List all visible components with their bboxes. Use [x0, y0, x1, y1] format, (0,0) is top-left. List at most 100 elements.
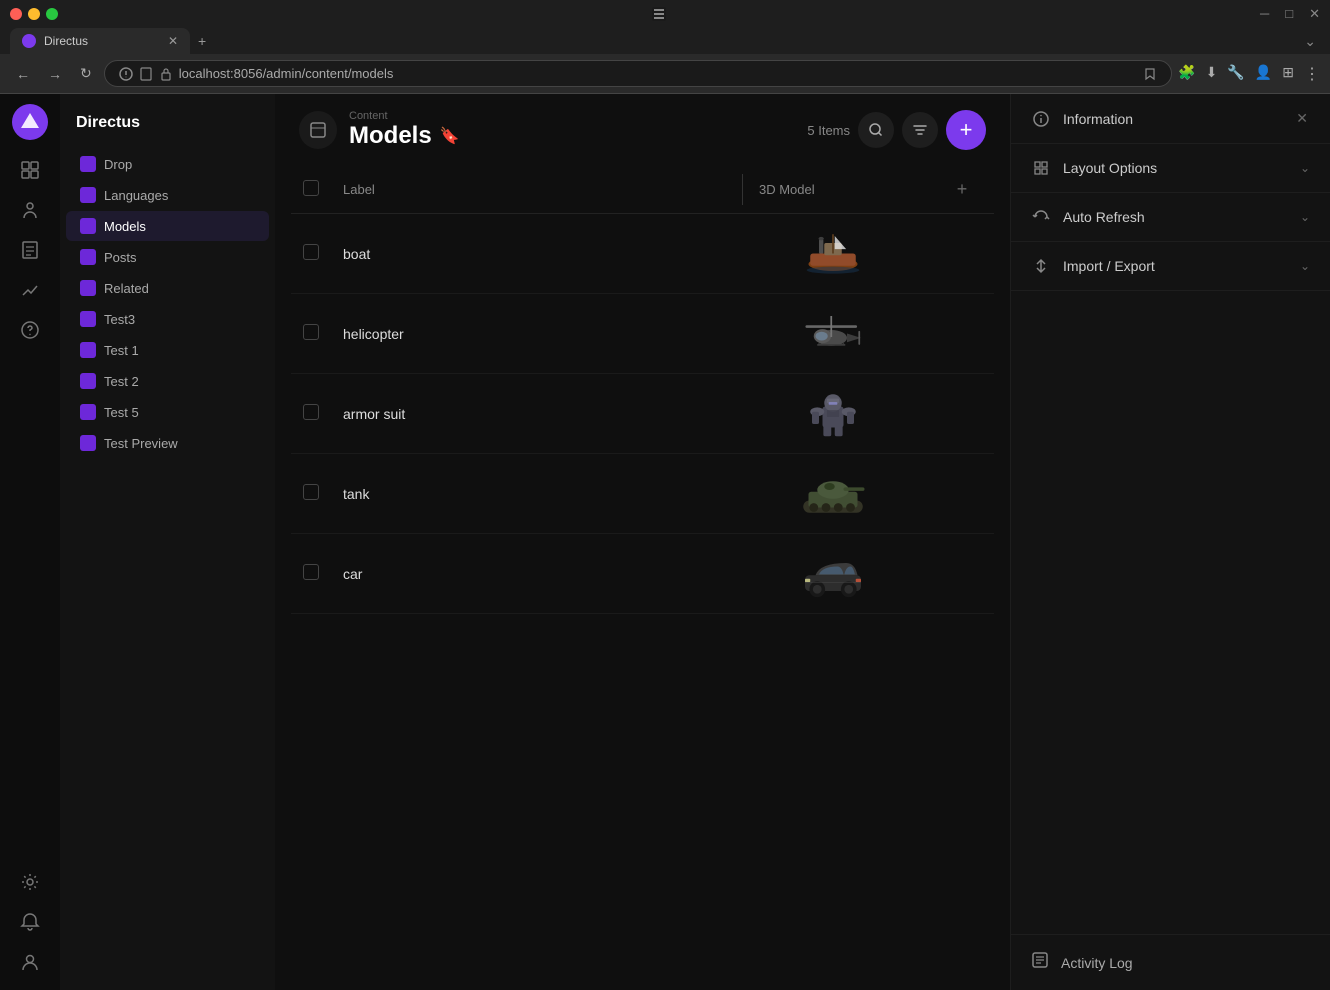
- forward-btn[interactable]: →: [42, 62, 68, 86]
- add-column-btn[interactable]: +: [942, 179, 982, 200]
- icon-sidebar: [0, 94, 60, 990]
- layout-options-header[interactable]: Layout Options ⌄: [1011, 144, 1330, 192]
- minimize-btn[interactable]: ─: [1260, 6, 1269, 22]
- nav-items-container: Drop Languages Models Posts Related Test…: [60, 148, 275, 459]
- row-checkbox[interactable]: [303, 564, 319, 580]
- row-model: [782, 378, 982, 449]
- puzzle-icon[interactable]: ⊞: [1282, 64, 1294, 84]
- browser-tab[interactable]: Directus ✕: [10, 28, 190, 54]
- lock-icon: [159, 67, 173, 81]
- nav-item-icon: [80, 218, 96, 234]
- close-btn[interactable]: ✕: [1309, 6, 1320, 22]
- row-checkbox[interactable]: [303, 404, 319, 420]
- download-icon[interactable]: ⬇: [1206, 64, 1218, 84]
- browser-menu-icon[interactable]: ⌄: [1300, 29, 1320, 54]
- nav-sidebar-title: Directus: [60, 106, 275, 140]
- row-checkbox[interactable]: [303, 324, 319, 340]
- nav-item-related[interactable]: Related: [66, 273, 269, 303]
- nav-item-languages[interactable]: Languages: [66, 180, 269, 210]
- row-label: car: [343, 566, 782, 582]
- search-btn[interactable]: [858, 112, 894, 148]
- refresh-btn[interactable]: ↻: [74, 61, 98, 86]
- breadcrumb: Content: [349, 110, 795, 122]
- activity-log-label: Activity Log: [1061, 955, 1133, 971]
- bookmark-icon[interactable]: [1143, 67, 1157, 81]
- information-close-btn[interactable]: ✕: [1294, 108, 1310, 129]
- profile-icon[interactable]: 👤: [1255, 64, 1272, 84]
- nav-item-test-1[interactable]: Test 1: [66, 335, 269, 365]
- nav-icons: 🧩 ⬇ 🔧 👤 ⊞ ⋮: [1178, 64, 1320, 84]
- sidebar-icon-files[interactable]: [12, 232, 48, 268]
- new-tab-btn[interactable]: +: [190, 29, 214, 53]
- import-export-header[interactable]: Import / Export ⌄: [1011, 242, 1330, 290]
- table-row[interactable]: armor suit: [291, 374, 994, 454]
- information-section-header[interactable]: Information ✕: [1011, 94, 1330, 143]
- page-title: Models 🔖: [349, 122, 795, 150]
- table-row[interactable]: car: [291, 534, 994, 614]
- browser-menu-btn[interactable]: ⋮: [1304, 64, 1320, 84]
- nav-item-icon: [80, 187, 96, 203]
- browser-tab-bar: Directus ✕ + ⌄: [0, 28, 1330, 54]
- col-label-header: Label: [343, 174, 742, 205]
- auto-refresh-icon: [1031, 207, 1051, 227]
- sidebar-icon-analytics[interactable]: [12, 272, 48, 308]
- bookmark-icon[interactable]: 🔖: [440, 126, 460, 146]
- sidebar-icon-bell[interactable]: [12, 904, 48, 940]
- sidebar-icon-users[interactable]: [12, 192, 48, 228]
- tool-icon[interactable]: 🔧: [1227, 64, 1244, 84]
- right-panel: Information ✕ Layout Options ⌄ Auto Refr…: [1010, 94, 1330, 990]
- row-checkbox-container[interactable]: [303, 324, 343, 343]
- logo-icon: [19, 111, 41, 133]
- nav-item-label: Posts: [104, 250, 137, 265]
- panel-section-autorefresh: Auto Refresh ⌄: [1011, 193, 1330, 242]
- table-row[interactable]: tank: [291, 454, 994, 534]
- address-bar[interactable]: localhost:8056/admin/content/models: [104, 60, 1172, 87]
- nav-item-test-2[interactable]: Test 2: [66, 366, 269, 396]
- table-row[interactable]: boat: [291, 214, 994, 294]
- nav-item-test3[interactable]: Test3: [66, 304, 269, 334]
- row-checkbox[interactable]: [303, 244, 319, 260]
- tab-list-icon[interactable]: [652, 7, 666, 21]
- extensions-icon[interactable]: 🧩: [1178, 64, 1195, 84]
- nav-item-label: Drop: [104, 157, 132, 172]
- auto-refresh-header[interactable]: Auto Refresh ⌄: [1011, 193, 1330, 241]
- sidebar-icon-content[interactable]: [12, 152, 48, 188]
- select-all-checkbox[interactable]: [303, 180, 319, 196]
- nav-item-test-preview[interactable]: Test Preview: [66, 428, 269, 458]
- nav-item-drop[interactable]: Drop: [66, 149, 269, 179]
- layout-options-title: Layout Options: [1063, 160, 1288, 176]
- nav-item-test-5[interactable]: Test 5: [66, 397, 269, 427]
- add-item-btn[interactable]: +: [946, 110, 986, 150]
- nav-item-label: Models: [104, 219, 146, 234]
- items-count: 5 Items: [807, 123, 850, 138]
- sidebar-icon-help[interactable]: [12, 312, 48, 348]
- content-header: Content Models 🔖 5 Items +: [275, 94, 1010, 166]
- select-all-checkbox-container[interactable]: [303, 180, 343, 199]
- table-row[interactable]: helicopter: [291, 294, 994, 374]
- tab-close-icon[interactable]: ✕: [168, 34, 178, 48]
- layout-options-chevron: ⌄: [1300, 161, 1310, 175]
- row-checkbox-container[interactable]: [303, 404, 343, 423]
- nav-item-label: Related: [104, 281, 149, 296]
- browser-nav: ← → ↻ localhost:8056/admin/content/model…: [0, 54, 1330, 93]
- row-checkbox-container[interactable]: [303, 564, 343, 583]
- sidebar-icon-user[interactable]: [12, 944, 48, 980]
- row-checkbox-container[interactable]: [303, 244, 343, 263]
- filter-btn[interactable]: [902, 112, 938, 148]
- directus-logo[interactable]: [12, 104, 48, 140]
- auto-refresh-chevron: ⌄: [1300, 210, 1310, 224]
- row-checkbox[interactable]: [303, 484, 319, 500]
- nav-item-icon: [80, 280, 96, 296]
- sidebar-icon-settings[interactable]: [12, 864, 48, 900]
- row-checkbox-container[interactable]: [303, 484, 343, 503]
- back-btn[interactable]: ←: [10, 62, 36, 86]
- table-area: Label 3D Model + boat helicopter: [275, 166, 1010, 990]
- maximize-btn[interactable]: □: [1285, 6, 1293, 22]
- activity-log-section: Activity Log: [1011, 934, 1330, 990]
- table-rows-container: boat helicopter: [291, 214, 994, 614]
- nav-item-posts[interactable]: Posts: [66, 242, 269, 272]
- nav-item-models[interactable]: Models: [66, 211, 269, 241]
- activity-log-btn[interactable]: Activity Log: [1011, 935, 1330, 990]
- panel-section-layout: Layout Options ⌄: [1011, 144, 1330, 193]
- layout-options-icon: [1031, 158, 1051, 178]
